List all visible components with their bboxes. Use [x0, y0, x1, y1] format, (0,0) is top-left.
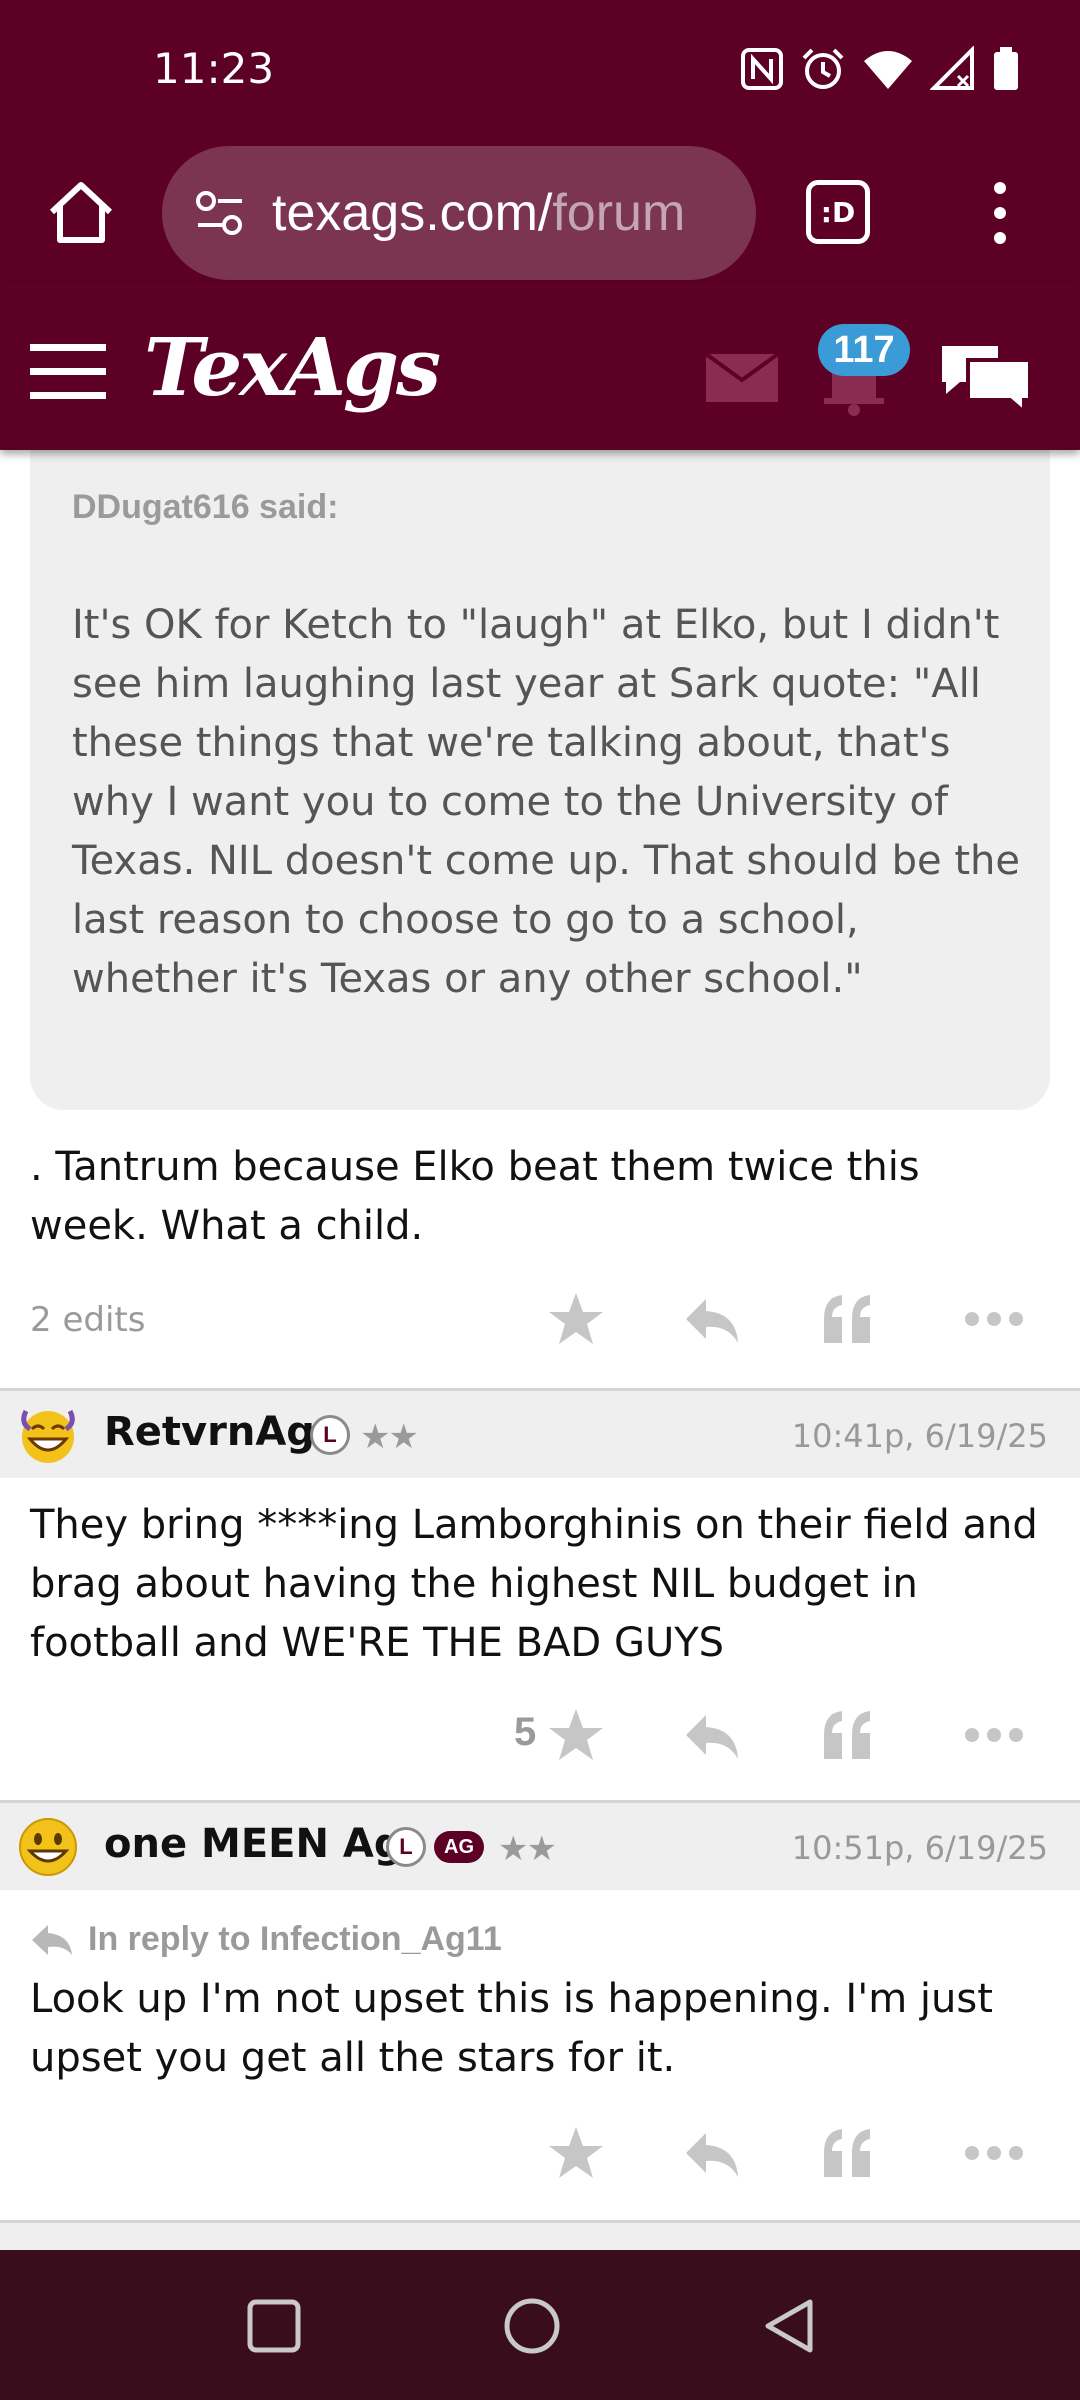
post-header: one MEEN Ag L AG ★★ 10:51p, 6/19/25 — [0, 1800, 1080, 1890]
post-actions: 5 — [0, 1696, 1080, 1776]
post-body: Look up I'm not upset this is happening.… — [30, 1976, 993, 2081]
next-post-header-peek — [0, 2223, 1080, 2250]
chat-icon[interactable] — [938, 338, 1034, 418]
thread-content: DDugat616 said: It's OK for Ketch to "la… — [0, 450, 1080, 2250]
user-stars: ★★ — [360, 1418, 419, 1456]
browser-toolbar: texags.com/forum :D — [0, 142, 1080, 282]
star-icon[interactable] — [548, 1290, 604, 1348]
more-options-icon[interactable] — [964, 2124, 1024, 2182]
reply-icon[interactable] — [684, 1706, 740, 1764]
wifi-icon — [864, 51, 912, 89]
battery-icon — [994, 47, 1018, 90]
lifetime-badge: L — [386, 1827, 426, 1867]
status-bar: 11:23 — [0, 0, 1080, 142]
edits-link[interactable]: 2 edits — [30, 1300, 145, 1340]
url-dim: forum — [552, 184, 686, 242]
recents-icon[interactable] — [242, 2294, 306, 2358]
avatar[interactable] — [16, 1403, 80, 1467]
ag-badge: AG — [434, 1831, 484, 1863]
tab-switcher-button[interactable]: :D — [806, 180, 870, 244]
status-icons — [740, 44, 1020, 94]
post-timestamp: 10:41p, 6/19/25 — [791, 1417, 1048, 1455]
post-body: . Tantrum because Elko beat them twice t… — [30, 1144, 920, 1249]
more-options-icon[interactable] — [964, 1290, 1024, 1348]
site-settings-icon[interactable] — [192, 185, 248, 241]
quote-icon[interactable] — [822, 1706, 874, 1764]
quote-box: DDugat616 said: It's OK for Ketch to "la… — [30, 450, 1050, 1110]
back-icon[interactable] — [758, 2294, 822, 2358]
reply-icon[interactable] — [684, 1290, 740, 1348]
avatar[interactable] — [16, 1815, 80, 1879]
site-logo[interactable]: TexAgs — [144, 320, 441, 414]
notification-count-badge[interactable]: 117 — [818, 324, 910, 376]
username[interactable]: RetvrnAg — [104, 1409, 315, 1455]
reply-icon[interactable] — [684, 2124, 740, 2182]
reply-to-text: In reply to Infection_Ag11 — [88, 1920, 502, 1958]
quote-author: DDugat616 said: — [72, 488, 339, 526]
post-body: They bring ****ing Lamborghinis on their… — [30, 1502, 1038, 1666]
quote-text: It's OK for Ketch to "laugh" at Elko, bu… — [72, 602, 1020, 1002]
browser-menu-icon[interactable] — [982, 178, 1018, 248]
mail-icon[interactable] — [706, 354, 778, 402]
nfc-icon — [741, 48, 783, 90]
star-icon[interactable] — [548, 1706, 604, 1764]
hamburger-menu-icon[interactable] — [30, 344, 106, 400]
lifetime-badge: L — [310, 1415, 350, 1455]
home-nav-icon[interactable] — [500, 2294, 564, 2358]
username[interactable]: one MEEN Ag — [104, 1821, 402, 1867]
post-header: RetvrnAg L ★★ 10:41p, 6/19/25 — [0, 1388, 1080, 1478]
url-text: texags.com/forum — [272, 183, 685, 243]
quote-icon[interactable] — [822, 1290, 874, 1348]
post-actions — [0, 2114, 1080, 2194]
star-count: 5 — [514, 1710, 537, 1754]
star-icon[interactable] — [548, 2124, 604, 2182]
more-options-icon[interactable] — [964, 1706, 1024, 1764]
site-header: TexAgs 117 — [0, 282, 1080, 450]
home-icon[interactable] — [46, 178, 116, 248]
url-main: texags.com/ — [272, 184, 553, 242]
reply-to-link[interactable]: In reply to Infection_Ag11 — [30, 1920, 502, 1959]
system-nav-bar — [0, 2250, 1080, 2400]
user-stars: ★★ — [498, 1830, 557, 1868]
status-time: 11:23 — [153, 44, 275, 93]
post-timestamp: 10:51p, 6/19/25 — [791, 1829, 1048, 1867]
reply-arrow-icon — [32, 1924, 72, 1955]
signal-icon — [930, 46, 974, 90]
post-actions: 2 edits — [0, 1280, 1080, 1360]
alarm-icon — [802, 48, 844, 89]
quote-icon[interactable] — [822, 2124, 874, 2182]
address-bar[interactable]: texags.com/forum — [162, 146, 756, 280]
